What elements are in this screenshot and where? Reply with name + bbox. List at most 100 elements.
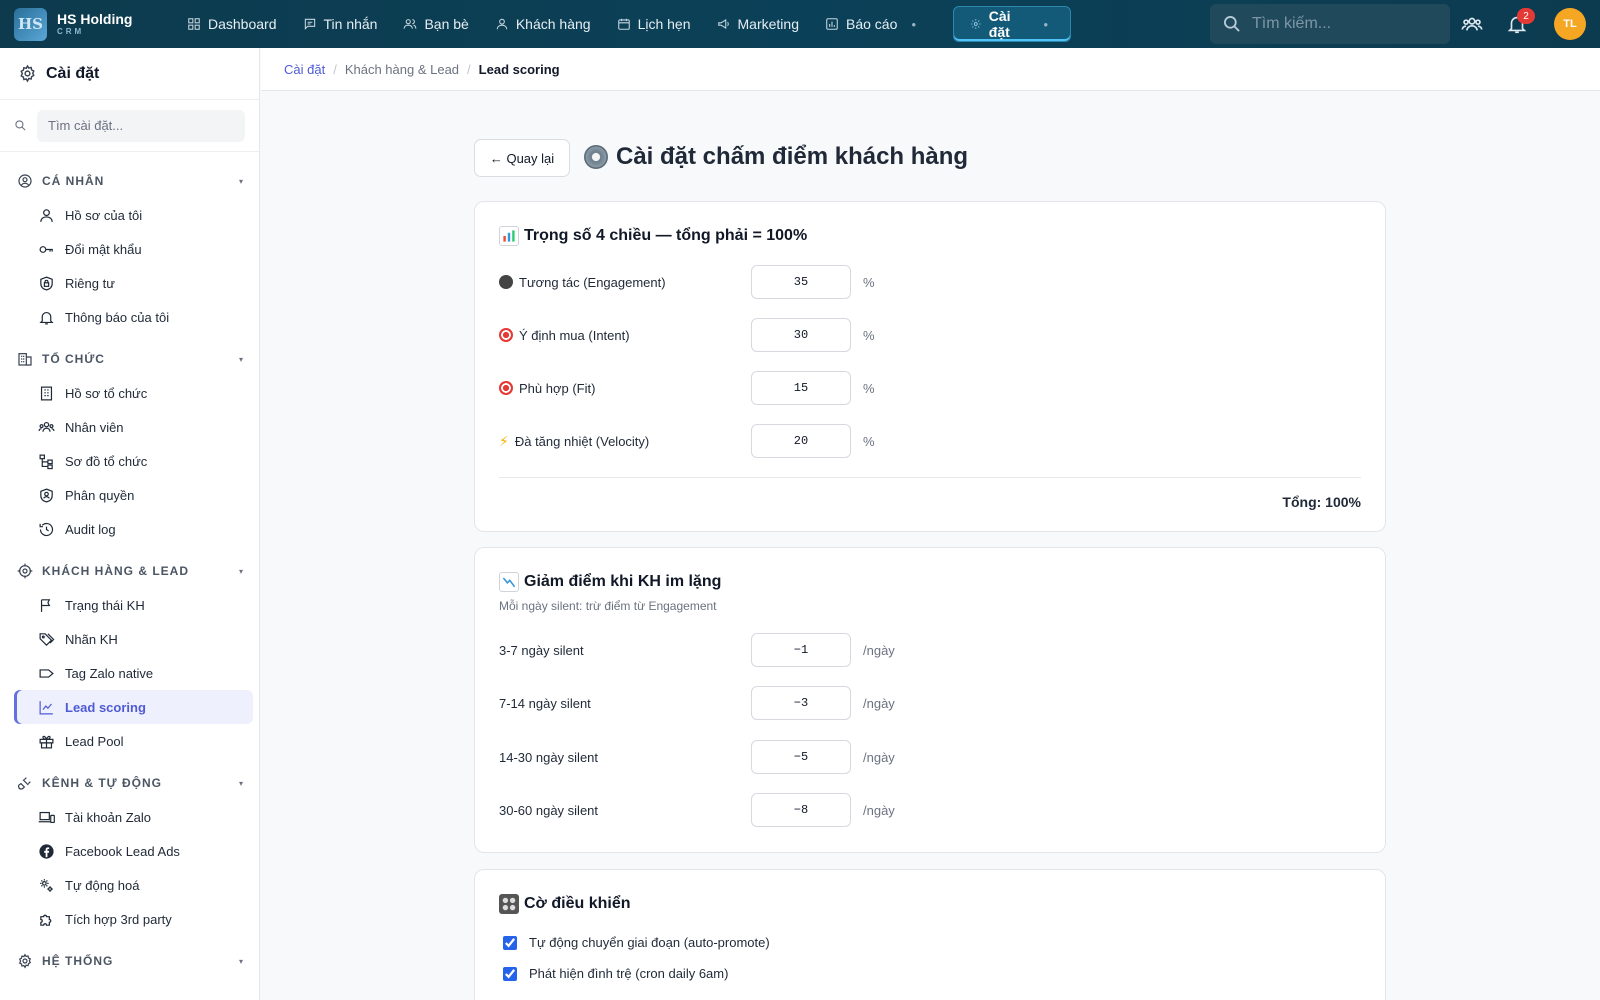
sidebar-item-facebook-lead-ads[interactable]: Facebook Lead Ads: [14, 834, 253, 868]
gear-icon: [584, 145, 608, 169]
search-icon: [1224, 16, 1240, 32]
sidebar-item-my-notifications[interactable]: Thông báo của tôi: [14, 300, 253, 334]
breadcrumb-section[interactable]: Khách hàng & Lead: [345, 62, 459, 77]
settings-sidebar: Cài đặt CÁ NHÂN ▾ Hồ sơ của tôi Đổi mật …: [0, 48, 260, 1000]
brand-sub: CRM: [57, 27, 85, 36]
nav-settings[interactable]: Cài đặt ●: [953, 6, 1072, 42]
card-title-text: Trọng số 4 chiều — tổng phải = 100%: [524, 227, 808, 244]
sidebar-item-staff[interactable]: Nhân viên: [14, 410, 253, 444]
section-label: KHÁCH HÀNG & LEAD: [42, 564, 189, 578]
weights-card-title: Trọng số 4 chiều — tổng phải = 100%: [499, 226, 807, 246]
building-icon: [18, 353, 32, 366]
sidebar-item-privacy[interactable]: Riêng tư: [14, 266, 253, 300]
sidebar-item-audit-log[interactable]: Audit log: [14, 512, 253, 546]
weight-row-fit: Phù hợp (Fit) %: [499, 371, 875, 405]
speech-bubble-icon: [499, 275, 513, 289]
sidebar-item-integrations[interactable]: Tích hợp 3rd party: [14, 902, 253, 936]
sidebar-item-label: Nhãn KH: [65, 631, 118, 647]
nav-friends[interactable]: Bạn bè: [390, 6, 481, 42]
nav-more-dot: ●: [911, 19, 917, 29]
nav-calendar[interactable]: Lịch hẹn: [604, 6, 704, 42]
sidebar-item-zalo-accounts[interactable]: Tài khoản Zalo: [14, 800, 253, 834]
sidebar-section-organization[interactable]: TỔ CHỨC ▾: [0, 342, 259, 376]
weight-row-engagement: Tương tác (Engagement) %: [499, 265, 875, 299]
nav-label: Lịch hẹn: [637, 16, 691, 32]
search-input[interactable]: [1252, 15, 1442, 33]
friends-button[interactable]: [1461, 13, 1483, 38]
flag-stagnation-detect[interactable]: Phát hiện đình trệ (cron daily 6am): [503, 966, 728, 981]
nav-reports[interactable]: Báo cáo ●: [812, 6, 935, 42]
sidebar-item-zalo-tags[interactable]: Tag Zalo native: [14, 656, 253, 690]
flag-label: Tự động chuyển giai đoạn (auto-promote): [529, 935, 770, 950]
notifications-button[interactable]: 2: [1506, 8, 1535, 38]
sidebar-item-org-chart[interactable]: Sơ đồ tổ chức: [14, 444, 253, 478]
sidebar-item-customer-status[interactable]: Trạng thái KH: [14, 588, 253, 622]
decay-7-14-input[interactable]: [751, 686, 851, 720]
brand[interactable]: HS HS Holding CRM: [14, 7, 164, 41]
friends-icon: [404, 19, 417, 29]
decay-30-60-input[interactable]: [751, 793, 851, 827]
sidebar-title: Cài đặt: [46, 64, 100, 82]
sidebar-section-system[interactable]: HỆ THỐNG ▾: [0, 944, 259, 978]
weight-velocity-input[interactable]: [751, 424, 851, 458]
weight-row-intent: Ý định mua (Intent) %: [499, 318, 875, 352]
nav-label: Bạn bè: [424, 16, 469, 32]
tag-icon: [39, 668, 54, 678]
facebook-icon: [39, 843, 54, 859]
weight-engagement-input[interactable]: [751, 265, 851, 299]
gear-icon: [971, 19, 981, 29]
sidebar-item-label: Audit log: [65, 521, 116, 537]
line-chart-icon: [39, 700, 53, 714]
sidebar-item-customer-labels[interactable]: Nhãn KH: [14, 622, 253, 656]
weight-intent-input[interactable]: [751, 318, 851, 352]
unit-label: %: [863, 274, 875, 290]
chevron-down-icon: ▾: [238, 354, 243, 364]
divider: [499, 477, 1361, 478]
decay-3-7-input[interactable]: [751, 633, 851, 667]
sidebar-item-label: Nhân viên: [65, 419, 124, 435]
weight-label: Ý định mua (Intent): [519, 327, 630, 343]
breadcrumb-root[interactable]: Cài đặt: [284, 62, 325, 77]
nav-dashboard[interactable]: Dashboard: [174, 6, 290, 42]
nav-label: Báo cáo: [845, 16, 898, 32]
flag-auto-promote[interactable]: Tự động chuyển giai đoạn (auto-promote): [503, 935, 770, 950]
decay-14-30-input[interactable]: [751, 740, 851, 774]
nav-marketing[interactable]: Marketing: [704, 6, 812, 42]
weight-label: Tương tác (Engagement): [519, 274, 666, 290]
calendar-icon: [617, 18, 630, 30]
weight-fit-input[interactable]: [751, 371, 851, 405]
sidebar-item-label: Tích hợp 3rd party: [65, 911, 172, 927]
sidebar-item-org-profile[interactable]: Hồ sơ tổ chức: [14, 376, 253, 410]
unit-label: /ngày: [863, 642, 895, 658]
sidebar-section-personal[interactable]: CÁ NHÂN ▾: [0, 164, 259, 198]
nav-messages[interactable]: Tin nhắn: [290, 6, 391, 42]
sidebar-section-channels-automation[interactable]: KÊNH & TỰ ĐỘNG ▾: [0, 766, 259, 800]
stagnation-checkbox[interactable]: [503, 966, 517, 981]
sidebar-item-change-password[interactable]: Đổi mật khẩu: [14, 232, 253, 266]
sidebar-search-input[interactable]: [37, 109, 245, 142]
decay-row-7-14: 7-14 ngày silent /ngày: [499, 686, 895, 720]
card-title-text: Cờ điều khiển: [524, 895, 631, 912]
decay-label: 3-7 ngày silent: [499, 642, 584, 658]
weights-total: Tổng: 100%: [1282, 494, 1361, 510]
auto-promote-checkbox[interactable]: [503, 935, 517, 950]
decay-row-30-60: 30-60 ngày silent /ngày: [499, 793, 895, 827]
team-icon: [38, 421, 55, 432]
user-avatar[interactable]: TL: [1554, 8, 1586, 40]
back-button[interactable]: ← Quay lại: [474, 139, 570, 177]
sidebar-section-customers-leads[interactable]: KHÁCH HÀNG & LEAD ▾: [0, 554, 259, 588]
section-label: KÊNH & TỰ ĐỘNG: [42, 776, 162, 790]
global-search[interactable]: [1210, 4, 1450, 44]
sidebar-item-permissions[interactable]: Phân quyền: [14, 478, 253, 512]
sidebar-item-lead-scoring[interactable]: Lead scoring: [14, 690, 253, 724]
nav-customers[interactable]: Khách hàng: [482, 6, 604, 42]
sidebar-item-automation[interactable]: Tự động hoá: [14, 868, 253, 902]
sidebar-item-lead-pool[interactable]: Lead Pool: [14, 724, 253, 758]
flag-label: Phát hiện đình trệ (cron daily 6am): [529, 966, 729, 981]
plug-icon: [17, 777, 31, 790]
breadcrumb: Cài đặt / Khách hàng & Lead / Lead scori…: [261, 48, 1600, 91]
weight-label: Phù hợp (Fit): [519, 380, 596, 396]
sidebar-item-profile[interactable]: Hồ sơ của tôi: [14, 198, 253, 232]
chart-down-icon: [499, 572, 519, 592]
megaphone-icon: [717, 18, 729, 30]
